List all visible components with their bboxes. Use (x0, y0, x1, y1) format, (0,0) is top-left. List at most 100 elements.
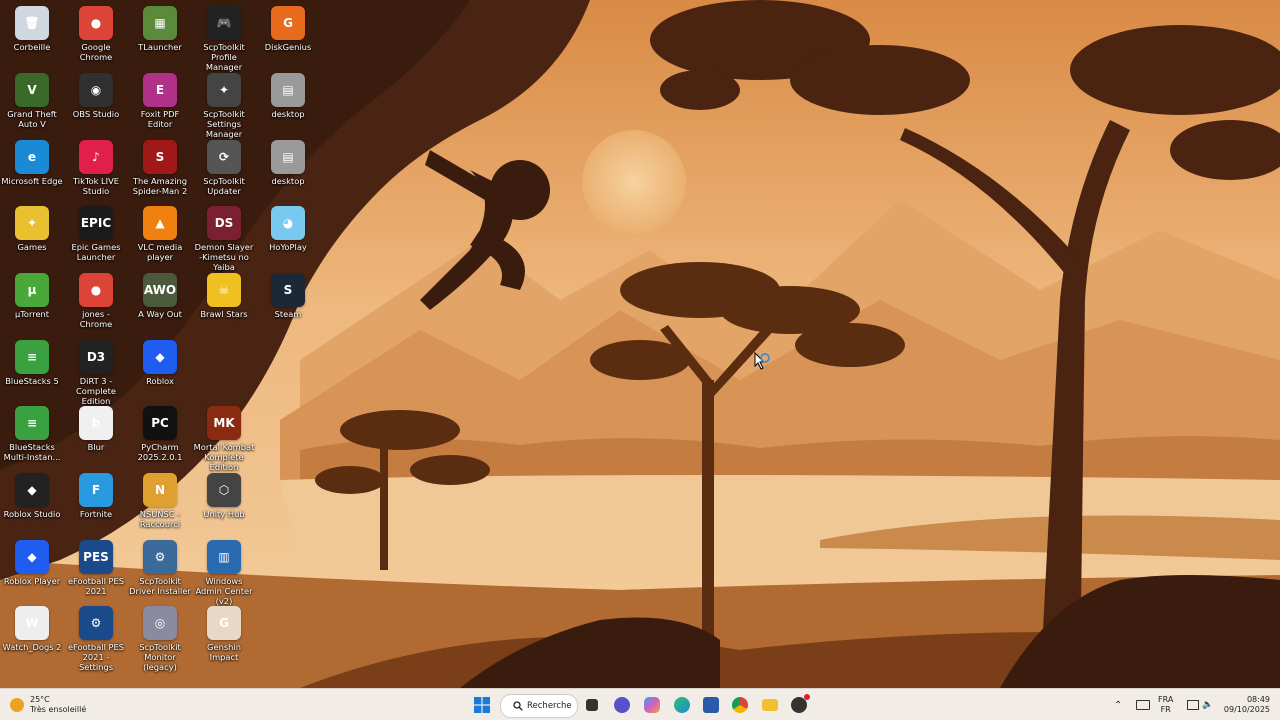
chat-app-button[interactable] (610, 693, 634, 717)
desktop-icon-label: ScpToolkit Driver Installer (129, 576, 191, 596)
desktop-icon-microsoft-edge[interactable]: e Microsoft Edge (0, 136, 64, 198)
desktop-icon-label: desktop (271, 109, 305, 119)
desktop-icon-dirt-3-complete-edition[interactable]: D3 DiRT 3 -Complete Edition (64, 336, 128, 406)
desktop-icon-nsunsc-raccourci[interactable]: N NSUNSC -Raccourci (128, 469, 192, 531)
keyboard-button[interactable] (1136, 689, 1150, 720)
language-top: FRA (1158, 695, 1174, 704)
desktop-icon-scptoolkit-settings-manager[interactable]: ✦ ScpToolkit Settings Manager (192, 69, 256, 139)
desktop-icon-roblox-studio[interactable]: ◆ Roblox Studio (0, 469, 64, 531)
desktop-icon-mortal-kombat-komplete-edition[interactable]: MK Mortal Kombat Komplete Edition (192, 402, 256, 472)
windows-logo-icon (474, 697, 490, 713)
clock-time: 08:49 (1246, 695, 1270, 704)
desktop-icon-label: Demon Slayer -Kimetsu no Yaiba (194, 242, 254, 272)
desktop-icon-unity-hub[interactable]: ⬡ Unity Hub (192, 469, 256, 531)
desktop-icon-blur[interactable]: b Blur (64, 402, 128, 464)
desktop-icon-hoyoplay[interactable]: ◕ HoYoPlay (256, 202, 320, 264)
desktop-icon-label: Blur (87, 442, 105, 452)
show-hidden-icons-button[interactable]: ⌃ (1114, 689, 1122, 720)
mortal-kombat-komplete-edition-icon: MK (207, 406, 241, 440)
desktop-icon-scptoolkit-profile-manager[interactable]: 🎮 ScpToolkit Profile Manager (192, 2, 256, 72)
edge-app-button[interactable] (670, 693, 694, 717)
pycharm-2025-2-0-1-icon: PC (143, 406, 177, 440)
foxit-pdf-editor-icon: E (143, 73, 177, 107)
desktop-icon-the-amazing-spider-man-2[interactable]: S The Amazing Spider-Man 2 (128, 136, 192, 198)
desktop-icon-label: Google Chrome (79, 42, 113, 62)
desktop-icon-torrent[interactable]: µ µTorrent (0, 269, 64, 331)
start-button[interactable] (470, 693, 494, 717)
desktop-icon-tlauncher[interactable]: ▦ TLauncher (128, 2, 192, 64)
desktop-icon-vlc-media-player[interactable]: ▲ VLC media player (128, 202, 192, 264)
chrome-app-button[interactable] (728, 693, 752, 717)
desktop-icon-label: VLC media player (137, 242, 183, 262)
demon-slayer-kimetsu-no-yaiba-icon: DS (207, 206, 241, 240)
desktop-icon-label: A Way Out (138, 309, 182, 319)
copilot-app-button[interactable] (640, 693, 664, 717)
weather-temperature: 25°C (30, 695, 50, 704)
desktop-icon-label: PyCharm 2025.2.0.1 (137, 442, 183, 462)
desktop-icon-bluestacks-5[interactable]: ≡ BlueStacks 5 (0, 336, 64, 398)
desktop-icon-pycharm-2025-2-0-1[interactable]: PC PyCharm 2025.2.0.1 (128, 402, 192, 464)
desktop-icon-desktop[interactable]: ▤ desktop (256, 136, 320, 198)
desktop-icon-brawl-stars[interactable]: ☠ Brawl Stars (192, 269, 256, 331)
windows-admin-center-v2-icon: ▥ (207, 540, 241, 574)
desktop-icon-label: Unity Hub (203, 509, 245, 519)
desktop-icon-scptoolkit-driver-installer[interactable]: ⚙ ScpToolkit Driver Installer (128, 536, 192, 598)
desktop-icon-watch-dogs-2[interactable]: W Watch_Dogs 2 (0, 602, 64, 664)
games-icon: ✦ (15, 206, 49, 240)
weather-widget[interactable]: 25°C Très ensoleillé (10, 693, 86, 717)
desktop-icon-label: Games (17, 242, 47, 252)
desktop-icon-label: Steam (274, 309, 302, 319)
desktop-icon-roblox-player[interactable]: ◆ Roblox Player (0, 536, 64, 598)
desktop-icon-tiktok-live-studio[interactable]: ♪ TikTok LIVE Studio (64, 136, 128, 198)
desktop-icon-label: ScpToolkit Profile Manager (203, 42, 245, 72)
scptoolkit-settings-manager-icon: ✦ (207, 73, 241, 107)
scptoolkit-updater-icon: ⟳ (207, 140, 241, 174)
desktop-icon-grand-theft-auto-v[interactable]: V Grand Theft Auto V (0, 69, 64, 131)
desktop-icon-efootball-pes-2021[interactable]: PES eFootball PES 2021 (64, 536, 128, 598)
desktop-icon-bluestacks-multi-instan[interactable]: ≡ BlueStacks Multi-Instan... (0, 402, 64, 464)
jones-chrome-icon: ● (79, 273, 113, 307)
roblox-icon: ◆ (143, 340, 177, 374)
desktop-icon-steam[interactable]: S Steam (256, 269, 320, 331)
desktop-icon-games[interactable]: ✦ Games (0, 202, 64, 264)
desktop-icon-corbeille[interactable]: 🗑 Corbeille (0, 2, 64, 64)
weather-description: Très ensoleillé (30, 705, 87, 714)
file-explorer-button[interactable] (758, 693, 782, 717)
desktop-icon-label: ScpToolkit Settings Manager (203, 109, 245, 139)
desktop-icon-efootball-pes-2021-settings[interactable]: ⚙ eFootball PES 2021 - Settings (64, 602, 128, 672)
task-view-button[interactable] (580, 693, 604, 717)
desktop-icon-foxit-pdf-editor[interactable]: E Foxit PDF Editor (128, 69, 192, 131)
desktop-icon-demon-slayer-kimetsu-no-yaiba[interactable]: DS Demon Slayer -Kimetsu no Yaiba (192, 202, 256, 272)
desktop-icon-label: OBS Studio (72, 109, 120, 119)
recorder-app-button[interactable] (787, 693, 811, 717)
desktop-icon-label: TikTok LIVE Studio (72, 176, 120, 196)
sun-icon (10, 698, 24, 712)
network-button[interactable] (1187, 689, 1199, 720)
language-indicator[interactable]: FRA FR (1158, 689, 1173, 720)
clock[interactable]: 08:49 09/10/2025 (1224, 689, 1270, 720)
unity-hub-icon: ⬡ (207, 473, 241, 507)
desktop-icon-diskgenius[interactable]: G DiskGenius (256, 2, 320, 64)
desktop-icon-windows-admin-center-v2[interactable]: ▥ Windows Admin Center (v2) (192, 536, 256, 606)
watch-dogs-2-icon: W (15, 606, 49, 640)
clock-date: 09/10/2025 (1223, 705, 1270, 714)
desktop-icon-obs-studio[interactable]: ◉ OBS Studio (64, 69, 128, 131)
desktop-icon-scptoolkit-monitor-legacy[interactable]: ◎ ScpToolkit Monitor (legacy) (128, 602, 192, 672)
desktop-icon-label: BlueStacks 5 (5, 376, 59, 386)
desktop-icon-jones-chrome[interactable]: ● jones - Chrome (64, 269, 128, 331)
desktop-icon-label: desktop (271, 176, 305, 186)
desktop-icon-scptoolkit-updater[interactable]: ⟳ ScpToolkit Updater (192, 136, 256, 198)
search-icon (513, 701, 523, 711)
desktop-icon-label: Mortal Kombat Komplete Edition (193, 442, 255, 472)
speaker-icon: 🔈 (1202, 700, 1214, 710)
volume-button[interactable]: 🔈 (1202, 689, 1213, 720)
desktop-icon-epic-games-launcher[interactable]: EPIC Epic Games Launcher (64, 202, 128, 264)
desktop-icon-desktop[interactable]: ▤ desktop (256, 69, 320, 131)
desktop-icon-a-way-out[interactable]: AWO A Way Out (128, 269, 192, 331)
desktop-icon-fortnite[interactable]: F Fortnite (64, 469, 128, 531)
store-app-button[interactable] (699, 693, 723, 717)
desktop-icon-genshin-impact[interactable]: G Genshin Impact (192, 602, 256, 664)
desktop-icon-google-chrome[interactable]: ● Google Chrome (64, 2, 128, 64)
desktop-icon-roblox[interactable]: ◆ Roblox (128, 336, 192, 398)
search-box[interactable]: Recherche (500, 694, 578, 718)
